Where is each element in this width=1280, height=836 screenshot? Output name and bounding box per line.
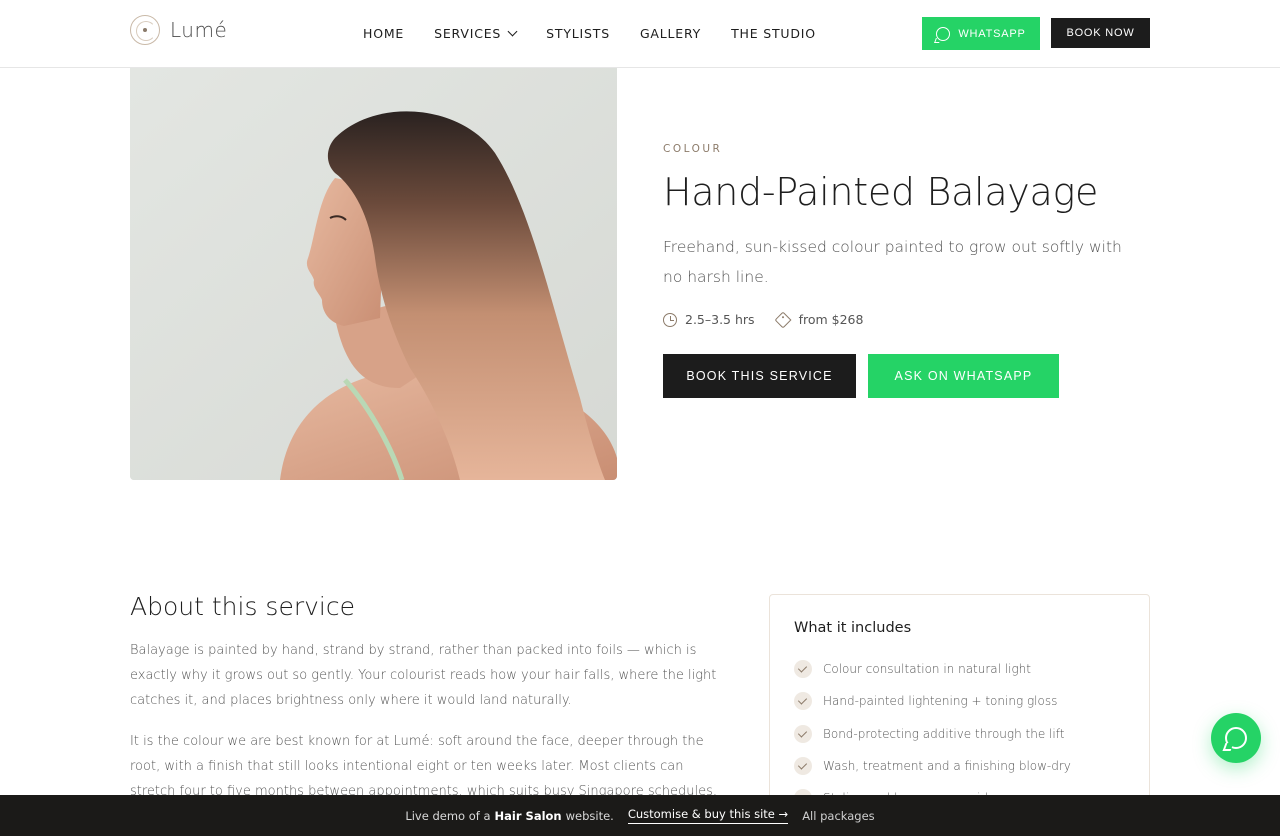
logo-mark-icon (130, 15, 160, 45)
page-title: Hand-Painted Balayage (663, 170, 1099, 214)
check-icon (794, 724, 812, 743)
include-text: Bond-protecting additive through the lif… (823, 726, 1065, 741)
list-item: Colour consultation in natural light (794, 653, 1071, 685)
book-now-button[interactable]: BOOK NOW (1051, 18, 1150, 48)
whatsapp-button[interactable]: WHATSAPP (922, 17, 1040, 50)
nav-item-the-studio[interactable]: THE STUDIO (731, 26, 816, 41)
duration-text: 2.5–3.5 hrs (685, 312, 755, 327)
nav-label: HOME (363, 26, 405, 41)
service-subtitle: Freehand, sun-kissed colour painted to g… (663, 238, 1122, 286)
chat-bubble-icon (1225, 727, 1247, 749)
ask-on-whatsapp-button[interactable]: ASK ON WHATSAPP (868, 354, 1059, 398)
logo-text: Lumé (170, 18, 228, 42)
check-icon (794, 757, 812, 776)
demo-text: Live demo of a Hair Salon website. (405, 809, 614, 823)
whatsapp-chat-fab[interactable] (1211, 713, 1261, 763)
clock-icon (663, 312, 677, 327)
nav-item-home[interactable]: HOME (363, 26, 404, 41)
list-item: Bond-protecting additive through the lif… (794, 718, 1071, 750)
duration: 2.5–3.5 hrs (663, 312, 755, 327)
service-category: COLOUR (663, 143, 723, 155)
include-text: Wash, treatment and a finishing blow-dry (823, 759, 1071, 774)
book-this-service-label: BOOK THIS SERVICE (686, 369, 833, 383)
site-header: Lumé HOME SERVICES STYLISTS GALLERY THE … (0, 0, 1280, 68)
check-icon (794, 660, 812, 679)
demo-prefix: Live demo of a (405, 808, 491, 823)
customise-buy-link[interactable]: Customise & buy this site → (627, 807, 789, 824)
logo[interactable]: Lumé (130, 15, 227, 45)
chevron-down-icon (507, 26, 518, 37)
service-hero-image (130, 68, 617, 480)
portrait-illustration (130, 68, 617, 480)
nav-label: GALLERY (639, 26, 702, 41)
book-this-service-button[interactable]: BOOK THIS SERVICE (663, 354, 856, 398)
whatsapp-button-label: WHATSAPP (958, 27, 1026, 40)
nav-label: SERVICES (434, 26, 502, 41)
list-item: Wash, treatment and a finishing blow-dry (794, 750, 1071, 782)
price-tag-icon (774, 311, 792, 328)
all-packages-link[interactable]: All packages (802, 809, 874, 823)
about-title: About this service (130, 592, 355, 621)
demo-suffix: website. (565, 808, 614, 823)
about-paragraph-1: Balayage is painted by hand, strand by s… (130, 643, 717, 708)
book-now-label: BOOK NOW (1066, 27, 1135, 39)
include-text: Hand-painted lightening + toning gloss (823, 694, 1058, 709)
nav-label: STYLISTS (546, 26, 610, 41)
demo-bar: Live demo of a Hair Salon website. Custo… (0, 795, 1280, 836)
includes-list: Colour consultation in natural light Han… (794, 653, 1071, 814)
nav-item-stylists[interactable]: STYLISTS (546, 26, 610, 41)
price: from $268 (774, 311, 864, 328)
whatsapp-icon (936, 26, 951, 41)
check-icon (794, 692, 812, 711)
include-text: Colour consultation in natural light (823, 662, 1031, 677)
price-text: from $268 (798, 312, 864, 327)
nav-item-services[interactable]: SERVICES (434, 26, 518, 41)
list-item: Hand-painted lightening + toning gloss (794, 685, 1071, 717)
service-meta: 2.5–3.5 hrs from $268 (663, 311, 864, 328)
ask-on-whatsapp-label: ASK ON WHATSAPP (894, 369, 1033, 383)
demo-strong: Hair Salon (494, 808, 562, 823)
includes-title: What it includes (794, 620, 912, 636)
about-paragraph-2: It is the colour we are best known for a… (130, 734, 717, 799)
nav-item-gallery[interactable]: GALLERY (640, 26, 701, 41)
main-nav: HOME SERVICES STYLISTS GALLERY THE STUDI… (363, 26, 816, 41)
nav-label: THE STUDIO (731, 26, 816, 41)
